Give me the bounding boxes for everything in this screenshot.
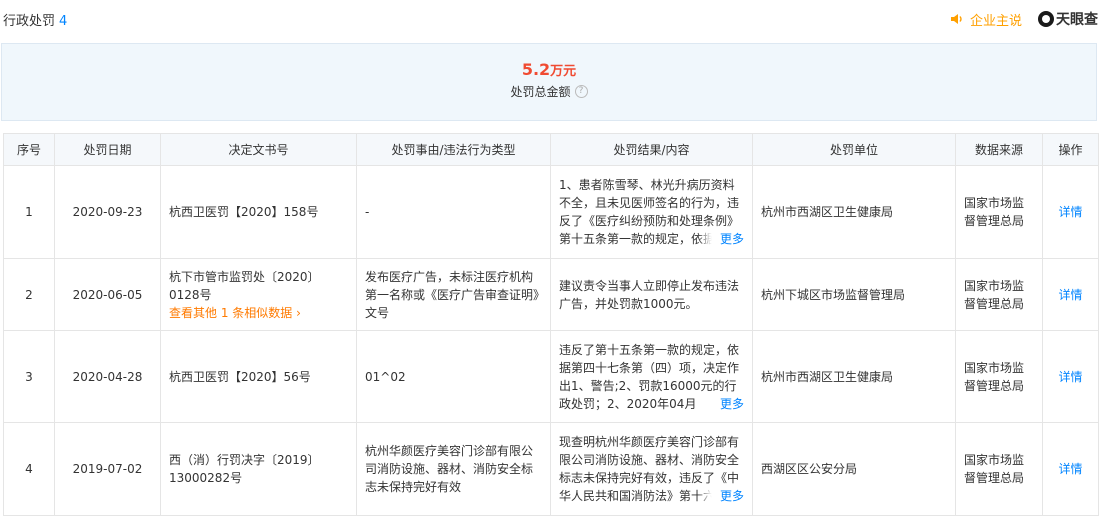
column-header-doc-no: 决定文书号: [160, 133, 357, 166]
row-unit: 杭州市西湖区卫生健康局: [752, 330, 956, 423]
row-unit: 杭州市西湖区卫生健康局: [752, 165, 956, 259]
row-index: 1: [3, 165, 55, 259]
section-header: 行政处罚 4 企业主说 天眼查: [0, 0, 1106, 38]
brand-name: 天眼查: [1056, 12, 1098, 28]
row-action: 详情: [1042, 165, 1099, 259]
row-source: 国家市场监督管理总局: [955, 330, 1043, 423]
table-row: 3 2020-04-28 杭西卫医罚【2020】56号 01^02 违反了第十五…: [3, 330, 1099, 423]
row-action: 详情: [1042, 422, 1099, 516]
speaker-icon: [950, 14, 962, 24]
total-amount-label-text: 处罚总金额: [510, 85, 571, 99]
row-doc-no: 西（消）行罚决字〔2019〕13000282号: [160, 422, 357, 516]
header-actions: 企业主说 天眼查: [950, 9, 1098, 29]
row-reason: 发布医疗广告，未标注医疗机构第一名称或《医疗广告审查证明》文号: [356, 258, 551, 331]
row-date: 2020-09-23: [54, 165, 161, 259]
column-header-result: 处罚结果/内容: [550, 133, 753, 166]
brand-logo: 天眼查: [1038, 9, 1098, 29]
details-link[interactable]: 详情: [1058, 370, 1082, 384]
row-unit: 杭州下城区市场监督管理局: [752, 258, 956, 331]
section-title-label: 行政处罚: [3, 14, 56, 29]
row-result: 1、患者陈雪琴、林光升病历资料不全，且未见医师签名的行为，违反了《医疗纠纷预防和…: [550, 165, 753, 259]
result-text-wrapper: 1、患者陈雪琴、林光升病历资料不全，且未见医师签名的行为，违反了《医疗纠纷预防和…: [559, 176, 744, 248]
total-amount-value: 5.2: [521, 60, 551, 79]
column-header-unit: 处罚单位: [752, 133, 956, 166]
more-link[interactable]: 更多: [697, 230, 744, 248]
row-result: 违反了第十五条第一款的规定，依据第四十七条第（四）项，决定作出1、警告;2、罚款…: [550, 330, 753, 423]
eye-icon: [1038, 11, 1054, 27]
row-unit: 西湖区区公安分局: [752, 422, 956, 516]
column-header-index: 序号: [3, 133, 55, 166]
row-result: 建议责令当事人立即停止发布违法广告，并处罚款1000元。: [550, 258, 753, 331]
column-header-action: 操作: [1042, 133, 1099, 166]
row-source: 国家市场监督管理总局: [955, 165, 1043, 259]
more-link[interactable]: 更多: [697, 394, 744, 413]
table-row: 2 2020-06-05 杭下市管市监罚处〔2020〕0128号 查看其他 1 …: [3, 258, 1099, 331]
column-header-reason: 处罚事由/违法行为类型: [356, 133, 551, 166]
result-text-wrapper: 违反了第十五条第一款的规定，依据第四十七条第（四）项，决定作出1、警告;2、罚款…: [559, 341, 744, 413]
row-date: 2020-06-05: [54, 258, 161, 331]
total-amount-label: 处罚总金额 ?: [510, 83, 588, 100]
help-icon[interactable]: ?: [574, 85, 588, 98]
row-index: 4: [3, 422, 55, 516]
row-date: 2020-04-28: [54, 330, 161, 423]
penalty-summary: 5.2万元 处罚总金额 ?: [1, 43, 1097, 121]
row-action: 详情: [1042, 330, 1099, 423]
more-link[interactable]: 更多: [697, 487, 744, 505]
row-doc-no: 杭西卫医罚【2020】56号: [160, 330, 357, 423]
row-doc-no: 杭西卫医罚【2020】158号: [160, 165, 357, 259]
record-count: 4: [59, 14, 68, 29]
row-result: 现查明杭州华颜医疗美容门诊部有限公司消防设施、器材、消防安全标志未保持完好有效，…: [550, 422, 753, 516]
row-source: 国家市场监督管理总局: [955, 422, 1043, 516]
row-index: 2: [3, 258, 55, 331]
total-amount-unit: 万元: [550, 64, 577, 79]
table-header: 序号 处罚日期 决定文书号 处罚事由/违法行为类型 处罚结果/内容 处罚单位 数…: [3, 133, 1099, 166]
row-index: 3: [3, 330, 55, 423]
row-date: 2019-07-02: [54, 422, 161, 516]
details-link[interactable]: 详情: [1058, 288, 1082, 302]
row-reason: 杭州华颜医疗美容门诊部有限公司消防设施、器材、消防安全标志未保持完好有效: [356, 422, 551, 516]
details-link[interactable]: 详情: [1058, 205, 1082, 219]
row-action: 详情: [1042, 258, 1099, 331]
row-reason: 01^02: [356, 330, 551, 423]
penalty-table: 序号 处罚日期 决定文书号 处罚事由/违法行为类型 处罚结果/内容 处罚单位 数…: [3, 133, 1099, 516]
owner-says-link[interactable]: 企业主说: [970, 10, 1022, 29]
doc-no-text: 杭下市管市监罚处〔2020〕0128号: [169, 269, 320, 302]
column-header-source: 数据来源: [955, 133, 1043, 166]
row-doc-no: 杭下市管市监罚处〔2020〕0128号 查看其他 1 条相似数据 ›: [160, 258, 357, 331]
row-reason: -: [356, 165, 551, 259]
row-source: 国家市场监督管理总局: [955, 258, 1043, 331]
total-amount: 5.2万元: [2, 60, 1096, 79]
column-header-date: 处罚日期: [54, 133, 161, 166]
table-row: 1 2020-09-23 杭西卫医罚【2020】158号 - 1、患者陈雪琴、林…: [3, 165, 1099, 259]
similar-data-link[interactable]: 查看其他 1 条相似数据 ›: [169, 304, 348, 322]
table-row: 4 2019-07-02 西（消）行罚决字〔2019〕13000282号 杭州华…: [3, 422, 1099, 516]
result-text-wrapper: 现查明杭州华颜医疗美容门诊部有限公司消防设施、器材、消防安全标志未保持完好有效，…: [559, 433, 744, 505]
section-title: 行政处罚 4: [3, 10, 67, 29]
details-link[interactable]: 详情: [1058, 462, 1082, 476]
